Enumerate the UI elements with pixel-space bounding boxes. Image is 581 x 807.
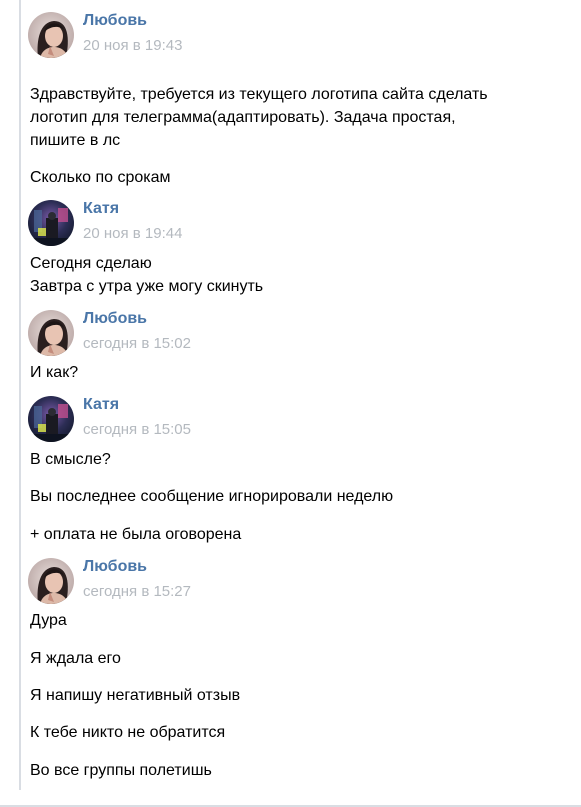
chat-log: Любовь 20 ноя в 19:43 Здравствуйте, треб… [0,0,581,807]
author-link[interactable]: Любовь [83,310,147,328]
message-line: К тебе никто не обратится [30,724,226,741]
message-line: Я напишу негативный отзыв [30,687,241,704]
message-line: Вы последнее сообщение игнорировали неде… [30,488,394,505]
night-street-icon [28,396,74,442]
message-header: Любовь 20 ноя в 19:43 [28,12,428,62]
timestamp[interactable]: 20 ноя в 19:43 [83,37,182,54]
message-header: Любовь сегодня в 15:27 [28,558,428,608]
avatar[interactable] [28,12,74,58]
night-street-icon [28,200,74,246]
timestamp[interactable]: сегодня в 15:05 [83,421,191,438]
message-line: Здравствуйте, требуется из текущего лого… [30,86,488,103]
woman-portrait-icon [28,558,74,604]
timestamp[interactable]: 20 ноя в 19:44 [83,225,182,242]
message-header: Катя сегодня в 15:05 [28,396,428,446]
message-line: Во все группы полетишь [30,762,212,779]
author-link[interactable]: Катя [83,200,119,218]
thread-left-rule [19,0,21,790]
message-line: + оплата не была оговорена [30,526,242,543]
message-line: Сколько по срокам [30,169,171,186]
message-header: Катя 20 ноя в 19:44 [28,200,428,250]
message-line: Я ждала его [30,650,121,667]
message-line: В смысле? [30,451,111,468]
avatar[interactable] [28,310,74,356]
woman-portrait-icon [28,310,74,356]
author-link[interactable]: Катя [83,396,119,414]
avatar[interactable] [28,200,74,246]
woman-portrait-icon [28,12,74,58]
timestamp[interactable]: сегодня в 15:02 [83,335,191,352]
message-line: Дура [30,612,67,629]
avatar[interactable] [28,558,74,604]
author-link[interactable]: Любовь [83,12,147,30]
message-line: пишите в лс [30,132,121,149]
message-line: Завтра с утра уже могу скинуть [30,278,264,295]
message-line: логотип для телеграмма(адаптировать). За… [30,109,456,126]
message-line: Сегодня сделаю [30,255,152,272]
timestamp[interactable]: сегодня в 15:27 [83,583,191,600]
message-line: И как? [30,364,79,381]
author-link[interactable]: Любовь [83,558,147,576]
avatar[interactable] [28,396,74,442]
message-header: Любовь сегодня в 15:02 [28,310,428,360]
